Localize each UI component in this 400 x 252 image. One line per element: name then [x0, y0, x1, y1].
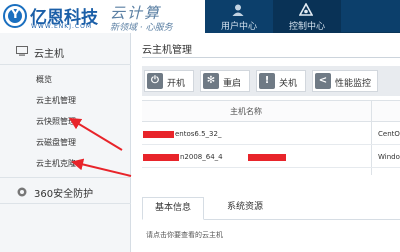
brand-url: WWW.ENKJ.COM	[31, 23, 92, 30]
sidebar-item-disk-management[interactable]: 云磁盘管理	[36, 137, 76, 148]
logo-icon	[3, 4, 27, 28]
table-header: 主机名称	[142, 100, 400, 122]
shutdown-button-label: 关机	[279, 79, 298, 89]
host-name: n2008_64_4	[180, 153, 223, 161]
restart-icon: ✻	[203, 73, 219, 89]
sidebar-section-host-label: 云主机	[34, 49, 64, 60]
host-name: entos6.5_32_	[175, 130, 222, 138]
table-row[interactable]: n2008_64_4 Windows	[142, 146, 400, 168]
shutdown-icon: !	[259, 73, 275, 89]
console-icon	[299, 3, 313, 16]
monitor-icon: <	[315, 73, 331, 89]
shield-icon	[17, 187, 27, 197]
main-content: 云主机管理 ⏻ 开机 ✻ 重启 ! 关机 < 性能监控 主机名称 entos6.…	[132, 33, 400, 252]
tab-bar: 基本信息 系统资源	[142, 193, 400, 220]
tab-basic-info[interactable]: 基本信息	[142, 197, 204, 220]
nav-console-center[interactable]: 控制中心	[273, 0, 341, 33]
brand-logo[interactable]: 亿恩科技 WWW.ENKJ.COM 云计算 新领域 · 心服务	[0, 0, 205, 33]
host-table: 主机名称 entos6.5_32_ CentOS 6 n2008_64_4 Wi…	[142, 100, 400, 175]
sidebar-section-360-label: 360安全防护	[34, 189, 94, 200]
detail-panel: 基本信息 系统资源 请点击你要查看的云主机	[142, 193, 400, 252]
user-icon	[232, 4, 244, 16]
title-divider	[142, 57, 400, 58]
restart-button[interactable]: ✻ 重启	[200, 70, 250, 92]
redaction-mark	[143, 154, 179, 161]
sidebar: 云主机 概览 云主机管理 云快照管理 云磁盘管理 云主机克隆 360安全防护	[0, 33, 131, 252]
sidebar-section-host[interactable]: 云主机	[0, 38, 131, 65]
redaction-mark	[248, 154, 286, 161]
sidebar-section-360-security[interactable]: 360安全防护	[0, 177, 131, 204]
performance-monitor-label: 性能监控	[335, 79, 372, 89]
tab-system-resources[interactable]: 系统资源	[214, 197, 276, 220]
sidebar-item-snapshot-management[interactable]: 云快照管理	[36, 116, 76, 127]
sidebar-item-host-management[interactable]: 云主机管理	[36, 95, 76, 106]
column-header-host-name: 主机名称	[230, 107, 262, 116]
restart-button-label: 重启	[223, 79, 242, 89]
host-icon	[16, 46, 28, 56]
host-os: Windows	[378, 153, 400, 161]
sidebar-item-host-clone[interactable]: 云主机克隆	[36, 158, 76, 169]
redaction-mark	[143, 131, 174, 138]
action-toolbar: ⏻ 开机 ✻ 重启 ! 关机 < 性能监控	[142, 66, 400, 96]
hint-text: 请点击你要查看的云主机	[146, 231, 223, 239]
sidebar-item-overview[interactable]: 概览	[36, 74, 52, 85]
cloud-slogan: 新领域 · 心服务	[110, 23, 173, 33]
shutdown-button[interactable]: ! 关机	[256, 70, 306, 92]
power-icon: ⏻	[147, 73, 163, 89]
nav-console-center-label: 控制中心	[288, 22, 325, 32]
start-button[interactable]: ⏻ 开机	[144, 70, 194, 92]
host-os: CentOS 6	[378, 130, 400, 138]
top-header: 亿恩科技 WWW.ENKJ.COM 云计算 新领域 · 心服务 用户中心 控制中…	[0, 0, 400, 33]
page-title: 云主机管理	[142, 45, 192, 56]
nav-user-center-label: 用户中心	[220, 22, 257, 32]
nav-user-center[interactable]: 用户中心	[205, 0, 273, 33]
page: 亿恩科技 WWW.ENKJ.COM 云计算 新领域 · 心服务 用户中心 控制中…	[0, 0, 400, 252]
table-row[interactable]: entos6.5_32_ CentOS 6	[142, 123, 400, 145]
start-button-label: 开机	[167, 79, 186, 89]
performance-monitor-button[interactable]: < 性能监控	[312, 70, 378, 92]
